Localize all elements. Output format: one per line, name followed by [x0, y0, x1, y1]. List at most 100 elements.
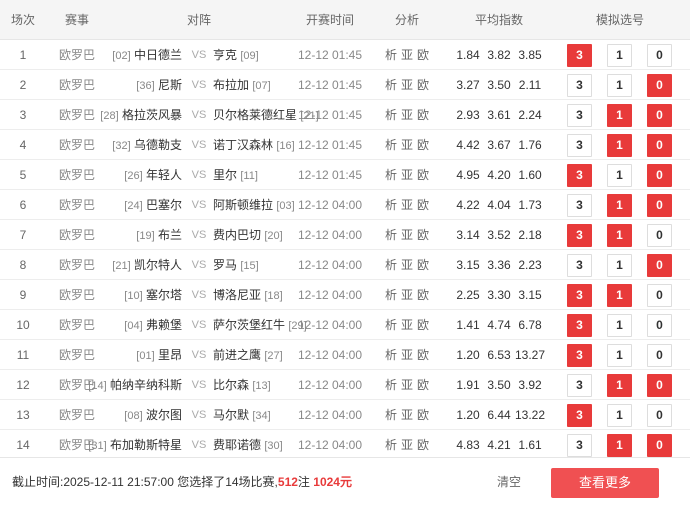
pick-0-button[interactable]: 0 — [647, 194, 672, 217]
asian-odds-link[interactable]: 亚 — [401, 318, 413, 332]
asian-odds-link[interactable]: 亚 — [401, 378, 413, 392]
pick-3-button[interactable]: 3 — [567, 344, 592, 367]
match-row: 11 欧罗巴 [01] 里昂 VS 前进之鹰 [27] 12-12 04:00 析亚欧 1.2… — [0, 340, 690, 370]
view-more-button[interactable]: 查看更多 — [551, 468, 659, 498]
pick-3-button[interactable]: 3 — [567, 284, 592, 307]
pick-3-button[interactable]: 3 — [567, 374, 592, 397]
pick-3-button[interactable]: 3 — [567, 104, 592, 127]
analysis-link[interactable]: 析 — [385, 378, 397, 392]
analysis-link[interactable]: 析 — [385, 348, 397, 362]
euro-odds-link[interactable]: 欧 — [417, 198, 429, 212]
euro-odds-link[interactable]: 欧 — [417, 318, 429, 332]
pick-1-button[interactable]: 1 — [607, 284, 632, 307]
analysis-link[interactable]: 析 — [385, 168, 397, 182]
pick-0-button[interactable]: 0 — [647, 104, 672, 127]
euro-odds-link[interactable]: 欧 — [417, 288, 429, 302]
analysis-link[interactable]: 析 — [385, 48, 397, 62]
pick-1-button[interactable]: 1 — [607, 74, 632, 97]
asian-odds-link[interactable]: 亚 — [401, 408, 413, 422]
pick-1-button[interactable]: 1 — [607, 104, 632, 127]
pick-0-button[interactable]: 0 — [647, 404, 672, 427]
home-rank: [14] — [88, 380, 107, 392]
euro-odds-link[interactable]: 欧 — [417, 408, 429, 422]
odds-win: 3.14 — [456, 228, 480, 242]
pick-1-button[interactable]: 1 — [607, 434, 632, 457]
euro-odds-link[interactable]: 欧 — [417, 438, 429, 452]
euro-odds-link[interactable]: 欧 — [417, 228, 429, 242]
analysis-link[interactable]: 析 — [385, 228, 397, 242]
pick-3-button[interactable]: 3 — [567, 314, 592, 337]
asian-odds-link[interactable]: 亚 — [401, 348, 413, 362]
pick-0-button[interactable]: 0 — [647, 254, 672, 277]
pick-3-button[interactable]: 3 — [567, 254, 592, 277]
asian-odds-link[interactable]: 亚 — [401, 438, 413, 452]
analysis-link[interactable]: 析 — [385, 138, 397, 152]
pick-0-button[interactable]: 0 — [647, 224, 672, 247]
pick-0-button[interactable]: 0 — [647, 434, 672, 457]
pick-1-button[interactable]: 1 — [607, 134, 632, 157]
euro-odds-link[interactable]: 欧 — [417, 108, 429, 122]
pick-0-button[interactable]: 0 — [647, 284, 672, 307]
pick-1-button[interactable]: 1 — [607, 344, 632, 367]
asian-odds-link[interactable]: 亚 — [401, 228, 413, 242]
asian-odds-link[interactable]: 亚 — [401, 258, 413, 272]
away-team-name: 前进之鹰 — [213, 348, 262, 362]
pick-1-button[interactable]: 1 — [607, 164, 632, 187]
pick-3-button[interactable]: 3 — [567, 224, 592, 247]
pick-1-button[interactable]: 1 — [607, 404, 632, 427]
pick-3-button[interactable]: 3 — [567, 74, 592, 97]
analysis-link[interactable]: 析 — [385, 258, 397, 272]
analysis-link[interactable]: 析 — [385, 408, 397, 422]
pick-0-button[interactable]: 0 — [647, 134, 672, 157]
pick-3-button[interactable]: 3 — [567, 194, 592, 217]
pick-1-button[interactable]: 1 — [607, 44, 632, 67]
pick-3-button[interactable]: 3 — [567, 434, 592, 457]
asian-odds-link[interactable]: 亚 — [401, 198, 413, 212]
asian-odds-link[interactable]: 亚 — [401, 138, 413, 152]
analysis-link[interactable]: 析 — [385, 78, 397, 92]
euro-odds-link[interactable]: 欧 — [417, 258, 429, 272]
away-rank: [03] — [276, 200, 295, 212]
pick-1-button[interactable]: 1 — [607, 224, 632, 247]
asian-odds-link[interactable]: 亚 — [401, 288, 413, 302]
analysis-link[interactable]: 析 — [385, 318, 397, 332]
home-team: [10] 塞尔塔 — [124, 280, 182, 310]
pick-0-button[interactable]: 0 — [647, 344, 672, 367]
euro-odds-link[interactable]: 欧 — [417, 138, 429, 152]
asian-odds-link[interactable]: 亚 — [401, 48, 413, 62]
pick-3-button[interactable]: 3 — [567, 44, 592, 67]
pick-1-button[interactable]: 1 — [607, 194, 632, 217]
clear-button[interactable]: 清空 — [497, 458, 521, 506]
euro-odds-link[interactable]: 欧 — [417, 378, 429, 392]
euro-odds-link[interactable]: 欧 — [417, 348, 429, 362]
pick-1-button[interactable]: 1 — [607, 314, 632, 337]
away-team: 诺丁汉森林 [16] — [213, 130, 295, 160]
kickoff-time: 12-12 04:00 — [297, 438, 363, 452]
asian-odds-link[interactable]: 亚 — [401, 108, 413, 122]
asian-odds-link[interactable]: 亚 — [401, 78, 413, 92]
euro-odds-link[interactable]: 欧 — [417, 48, 429, 62]
pick-3-button[interactable]: 3 — [567, 164, 592, 187]
euro-odds-link[interactable]: 欧 — [417, 78, 429, 92]
pick-1-button[interactable]: 1 — [607, 374, 632, 397]
analysis-link[interactable]: 析 — [385, 288, 397, 302]
pick-3-button[interactable]: 3 — [567, 404, 592, 427]
pick-0-button[interactable]: 0 — [647, 374, 672, 397]
asian-odds-link[interactable]: 亚 — [401, 168, 413, 182]
odds-lose: 2.18 — [518, 228, 542, 242]
pick-0-button[interactable]: 0 — [647, 74, 672, 97]
analysis-link[interactable]: 析 — [385, 108, 397, 122]
odds-draw: 3.50 — [487, 378, 511, 392]
pick-0-button[interactable]: 0 — [647, 314, 672, 337]
analysis-links: 析亚欧 — [383, 40, 431, 70]
home-team: [01] 里昂 — [136, 340, 182, 370]
league-name: 欧罗巴 — [58, 108, 96, 122]
pick-1-button[interactable]: 1 — [607, 254, 632, 277]
home-team-name: 中日德兰 — [133, 48, 182, 62]
pick-3-button[interactable]: 3 — [567, 134, 592, 157]
analysis-link[interactable]: 析 — [385, 198, 397, 212]
analysis-link[interactable]: 析 — [385, 438, 397, 452]
euro-odds-link[interactable]: 欧 — [417, 168, 429, 182]
pick-0-button[interactable]: 0 — [647, 44, 672, 67]
pick-0-button[interactable]: 0 — [647, 164, 672, 187]
